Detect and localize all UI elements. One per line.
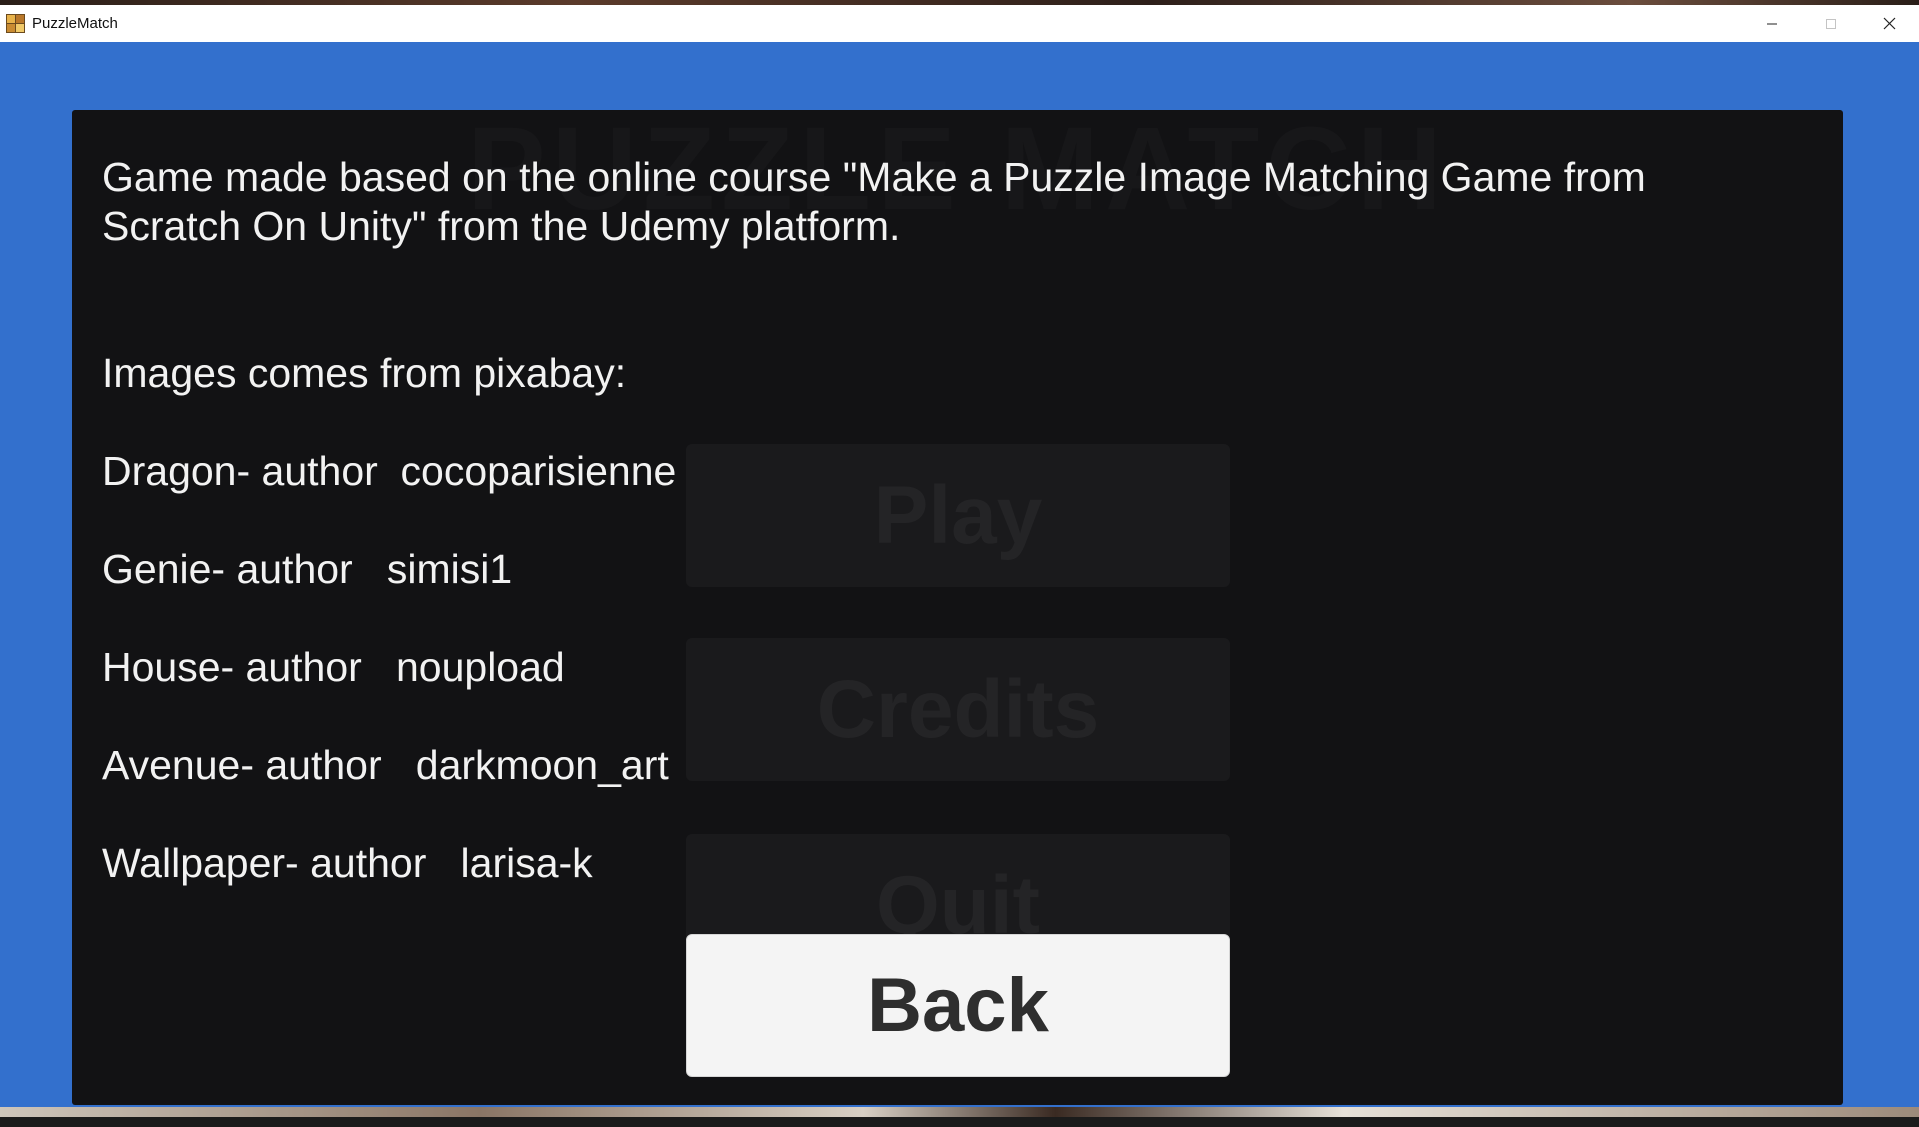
puzzle-app-icon — [6, 14, 25, 33]
credit-entry-wallpaper: Wallpaper- author larisa-k — [102, 840, 593, 886]
minimize-icon — [1766, 23, 1777, 24]
title-bar[interactable]: PuzzleMatch — [0, 5, 1919, 42]
close-button[interactable] — [1860, 5, 1919, 42]
credit-entry-house: House- author noupload — [102, 644, 565, 690]
minimize-button[interactable] — [1742, 5, 1801, 42]
maximize-icon — [1825, 18, 1836, 29]
credit-entry-dragon: Dragon- author cocoparisienne — [102, 448, 677, 494]
credits-text: Game made based on the online course "Ma… — [102, 153, 1812, 888]
credits-intro: Game made based on the online course "Ma… — [102, 154, 1646, 249]
credit-entry-avenue: Avenue- author darkmoon_art — [102, 742, 669, 788]
app-window: PuzzleMatch PUZZLE MATCH Play Credits Qu… — [0, 5, 1919, 1117]
credit-entry-genie: Genie- author simisi1 — [102, 546, 513, 592]
images-source-heading: Images comes from pixabay: — [102, 350, 627, 396]
game-viewport: PUZZLE MATCH Play Credits Quit Game made… — [0, 42, 1919, 1117]
close-icon — [1883, 17, 1896, 30]
back-button[interactable]: Back — [686, 934, 1230, 1077]
window-controls — [1742, 5, 1919, 42]
background-image-strip — [0, 1107, 1919, 1117]
maximize-button[interactable] — [1801, 5, 1860, 42]
window-title: PuzzleMatch — [32, 15, 118, 32]
credits-panel: PUZZLE MATCH Play Credits Quit Game made… — [72, 110, 1843, 1105]
